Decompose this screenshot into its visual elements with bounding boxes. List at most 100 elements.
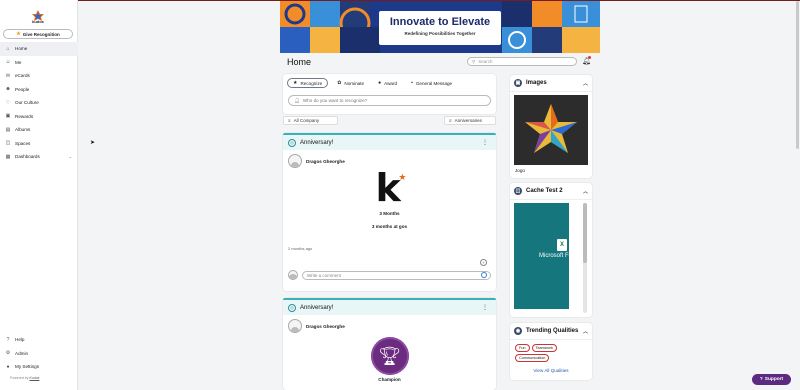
chevron-down-icon[interactable]: ⌄ (69, 154, 72, 159)
post-header: ◎ Anniversary! ⋮ (283, 135, 496, 150)
recognition-composer: ★ Recognize ✿ Nominate ● Award ▪ General Messag… (283, 74, 496, 114)
star-icon: ★ (293, 80, 298, 86)
star-icon: ★ (16, 31, 21, 37)
give-recognition-button[interactable]: ★ Give Recognition (3, 29, 73, 39)
sidebar-item-rewards[interactable]: ▣ Rewards (0, 110, 78, 124)
sidebar-item-label: Admin (15, 350, 29, 356)
filter-icon: ≡ (449, 118, 452, 123)
composer-tabs: ★ Recognize ✿ Nominate ● Award ▪ General Messag… (287, 78, 457, 88)
view-all-qualities-link[interactable]: View All Qualities (510, 368, 592, 373)
help-icon: ? (6, 336, 10, 343)
post-timestamp: 2 months ago (288, 246, 313, 251)
excel-icon: X (557, 239, 567, 251)
gear-icon: ⚙ (5, 350, 11, 357)
file-label: Microsoft Fo (539, 253, 573, 259)
comment-input[interactable]: Write a comment (302, 270, 491, 280)
notification-dot (588, 56, 591, 59)
mouse-cursor: ➤ (90, 140, 96, 146)
dashboard-icon: ▦ (5, 153, 11, 160)
file-preview[interactable]: X Microsoft Fo (514, 203, 573, 309)
images-header: ▣ Images ︿ (510, 75, 592, 92)
add-reaction-icon[interactable]: + (480, 259, 487, 266)
sidebar-nav: ⌂ Home ☺ Me ✉ eCards ☻ People ♡ Our Culture ▣ Rewar… (0, 42, 78, 164)
trending-title: Trending Qualities (526, 328, 579, 334)
post-author[interactable]: Dragos Gheorghe (283, 315, 496, 337)
tab-label: General Message (415, 80, 453, 86)
powered-by: Powered by Kudos (10, 376, 39, 380)
trending-icon: ◉ (514, 327, 522, 335)
image-caption: Jogo (515, 168, 525, 173)
search-input[interactable]: ⚲ Search (467, 57, 577, 66)
sidebar-item-ecards[interactable]: ✉ eCards (0, 69, 78, 83)
anniversary-icon: ◎ (288, 138, 296, 147)
emoji-icon[interactable] (481, 272, 487, 278)
sidebar-item-albums[interactable]: ▤ Albums (0, 123, 78, 137)
more-options-icon[interactable]: ⋮ (482, 304, 488, 311)
recipient-input[interactable]: 👤︎ Who do you want to recognize? (288, 95, 491, 106)
tab-nominate[interactable]: ✿ Nominate (332, 78, 369, 88)
give-recognition-label: Give Recognition (22, 31, 60, 37)
anniversaries-filter[interactable]: ≡ Anniversaries (444, 116, 496, 125)
search-icon: ⚲ (472, 58, 476, 64)
sidebar-item-home[interactable]: ⌂ Home (0, 42, 78, 56)
sidebar-item-label: Rewards (15, 113, 34, 119)
sidebar-item-our-culture[interactable]: ♡ Our Culture (0, 96, 78, 110)
user-icon: ☺ (5, 59, 11, 66)
envelope-icon: ✉ (5, 72, 11, 79)
quality-pill[interactable]: Fun (515, 344, 530, 352)
quality-pill[interactable]: Teamwork (531, 344, 557, 352)
post-body: k ★ 3 Months 3 months at gos (283, 166, 496, 229)
post-header: ◎ Anniversary! ⋮ (283, 300, 496, 315)
sidebar-item-label: Help (15, 337, 25, 343)
support-label: Support (764, 377, 784, 382)
cache-header: ◫ Cache Test 2 ︿ (510, 183, 592, 200)
sidebar-item-me[interactable]: ☺ Me (0, 56, 78, 70)
sidebar-item-help[interactable]: ? Help (0, 333, 78, 347)
collapse-icon[interactable]: ︿ (583, 188, 588, 195)
filter-icon: ≡ (288, 118, 291, 123)
tab-general-message[interactable]: ▪ General Message (406, 78, 457, 88)
post-type: Anniversary! (300, 139, 334, 146)
kudos-k-logo: k ★ (375, 166, 407, 210)
sidebar-item-dashboards[interactable]: ▦ Dashboards ⌄ (0, 150, 78, 164)
tab-label: Recognize (300, 80, 323, 86)
more-options-icon[interactable]: ⋮ (482, 139, 488, 146)
feed-post: ◎ Anniversary! ⋮ Dragos Gheorghe 🏆︎ Cham… (283, 298, 496, 390)
award-icon: ● (378, 80, 382, 86)
tab-recognize[interactable]: ★ Recognize (287, 78, 329, 88)
spaces-icon: ◫ (5, 140, 11, 147)
quality-pill[interactable]: Communication (515, 354, 550, 362)
widget-scrollbar[interactable] (583, 203, 587, 313)
hero-banner: Innovate to Elevate Redefining Possibili… (280, 1, 600, 53)
logo-text: kudos (32, 19, 44, 24)
post-body: 🏆︎ Champion (283, 337, 496, 382)
sidebar-item-my-settings[interactable]: ● My Settings (0, 360, 78, 374)
powered-by-link[interactable]: Kudos (29, 376, 39, 380)
quality-pills: Fun Teamwork Communication (510, 340, 592, 362)
people-icon: ☻ (5, 86, 11, 93)
support-icon: ? (759, 377, 763, 382)
heart-icon: ♡ (5, 99, 11, 106)
sidebar-item-admin[interactable]: ⚙ Admin (0, 347, 78, 361)
banner-card: Innovate to Elevate Redefining Possibili… (379, 11, 501, 45)
anniversary-duration: 3 Months (379, 211, 400, 216)
company-filter[interactable]: ≡ All Company (283, 116, 338, 125)
collapse-icon[interactable]: ︿ (583, 80, 588, 87)
support-button[interactable]: ? Support (752, 374, 791, 385)
anniversaries-filter-label: Anniversaries (454, 118, 482, 123)
tab-label: Award (384, 80, 398, 86)
sidebar-item-spaces[interactable]: ◫ Spaces (0, 137, 78, 151)
ribbon-icon: ✿ (337, 80, 342, 86)
star-image[interactable] (514, 95, 588, 165)
collapse-icon[interactable]: ︿ (583, 328, 588, 335)
sidebar: kudos ★ Give Recognition ⌂ Home ☺ Me ✉ eCards… (0, 0, 78, 390)
avatar-icon: ● (6, 363, 10, 370)
page-scrollbar[interactable] (796, 1, 799, 149)
tab-award[interactable]: ● Award (373, 78, 402, 88)
author-name: Dragos Gheorghe (306, 158, 345, 164)
sidebar-item-label: My Settings (15, 364, 39, 370)
sidebar-item-people[interactable]: ☻ People (0, 83, 78, 97)
trophy-icon: 🏆︎ (370, 337, 409, 375)
person-icon: 👤︎ (294, 97, 300, 103)
sidebar-item-label: Spaces (15, 140, 31, 146)
